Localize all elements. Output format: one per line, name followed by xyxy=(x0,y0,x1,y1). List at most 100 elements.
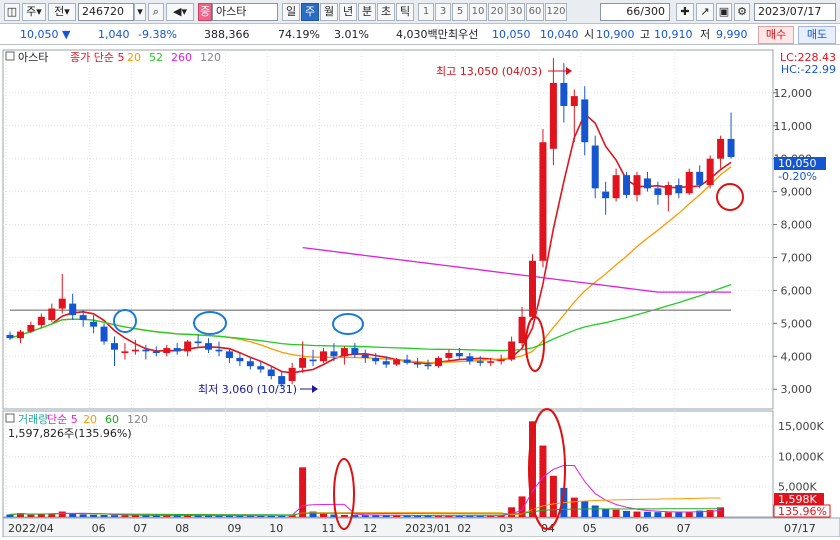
price-value: 10,050 xyxy=(20,28,59,41)
chart-menu-icon[interactable]: ◫ xyxy=(4,3,20,21)
open-label: 시 xyxy=(584,28,595,41)
period-label: 전 xyxy=(54,5,65,18)
period-tab[interactable]: 월 xyxy=(320,3,338,21)
candle-body xyxy=(330,351,338,357)
volume-bar xyxy=(111,515,118,517)
chart-area[interactable]: 3,000 4,000 5,000 6,000 7,000 8,000 9,000 10,00… xyxy=(0,45,840,538)
candle-body xyxy=(696,171,704,186)
period-tab[interactable]: 초 xyxy=(377,3,395,21)
time-tick-label: 11 xyxy=(322,522,336,535)
candle-body xyxy=(194,341,202,344)
interval-button[interactable]: 30 xyxy=(507,3,525,21)
legend-item: 260 xyxy=(171,51,192,64)
volume-bar xyxy=(591,505,599,517)
legend-item: 120 xyxy=(127,413,148,426)
date-field[interactable]: 2023/07/17 xyxy=(754,3,836,21)
speaker-icon[interactable]: ◀▾ xyxy=(166,3,194,21)
interval-button[interactable]: 120 xyxy=(545,3,567,21)
candle-body xyxy=(623,175,631,195)
candle-body xyxy=(69,303,77,316)
current-change-label: -0.20% xyxy=(778,170,817,183)
bid-price: 10,040 xyxy=(540,28,579,41)
candle-body xyxy=(403,359,411,363)
legend-item: 60 xyxy=(105,413,119,426)
candle-body xyxy=(455,353,463,357)
candle-body xyxy=(205,343,213,350)
legend-item: 20 xyxy=(127,51,141,64)
crosshair-icon[interactable]: ✚ xyxy=(676,3,694,21)
interval-button[interactable]: 5 xyxy=(452,3,468,21)
candle-body xyxy=(361,354,369,358)
period-dropdown[interactable]: 전▾ xyxy=(48,3,76,21)
candle-body xyxy=(602,191,610,199)
gear-icon[interactable]: ⚙ xyxy=(734,3,750,21)
candle-body xyxy=(225,351,233,358)
candle-body xyxy=(549,82,557,149)
legend-item: 거래량 xyxy=(18,413,48,426)
market-type-dropdown[interactable]: 주▾ xyxy=(22,3,46,21)
time-tick-label: 03 xyxy=(499,522,513,535)
period-tab[interactable]: 분 xyxy=(358,3,376,21)
price-tick-label: 12,000 xyxy=(774,87,813,100)
price-tick-label: 7,000 xyxy=(781,251,813,264)
panel-title: 아스타 xyxy=(18,51,48,64)
candle-body xyxy=(121,351,129,354)
period-tab[interactable]: 년 xyxy=(339,3,357,21)
period-tab[interactable]: 주 xyxy=(301,3,319,21)
volume-bar xyxy=(27,514,35,517)
candle-body xyxy=(706,158,714,186)
interval-button[interactable]: 1 xyxy=(418,3,434,21)
candle-body xyxy=(633,175,641,195)
count-input[interactable]: 66/300 xyxy=(600,3,670,21)
price-tick-label: 4,000 xyxy=(781,350,813,363)
volume-bar xyxy=(58,511,66,517)
period-tab[interactable]: 틱 xyxy=(396,3,414,21)
buy-button[interactable]: 매수 xyxy=(758,26,794,44)
candle-body xyxy=(675,185,683,194)
candle-body xyxy=(16,331,24,339)
high-price: 10,910 xyxy=(654,28,693,41)
interval-button[interactable]: 3 xyxy=(435,3,451,21)
volume-bar xyxy=(6,514,14,517)
price-tick-label: 6,000 xyxy=(781,284,813,297)
indicator-icon[interactable]: ↗ xyxy=(696,3,714,21)
candle-body xyxy=(79,315,87,321)
quote-bar: 10,050 ▼ 1,040 -9.38% 388,366 74.19% 3.0… xyxy=(0,24,840,45)
count-value: 66 xyxy=(626,5,641,18)
interval-button[interactable]: 60 xyxy=(526,3,544,21)
save-icon[interactable]: ▣ xyxy=(716,3,732,21)
candle-body xyxy=(445,353,453,358)
volume-bar xyxy=(320,513,327,517)
volume-bar xyxy=(372,515,380,517)
interval-button[interactable]: 20 xyxy=(488,3,506,21)
stock-code-input[interactable]: 246720 xyxy=(78,3,134,21)
candle-body xyxy=(152,351,160,354)
stock-chart[interactable]: 3,000 4,000 5,000 6,000 7,000 8,000 9,000 10,00… xyxy=(0,45,840,538)
candle-body xyxy=(518,316,526,344)
volume-bar xyxy=(79,514,87,517)
trade-amount: 4,030백만 xyxy=(396,28,448,41)
candle-body xyxy=(529,260,536,317)
volume-bar xyxy=(90,514,98,517)
candle-body xyxy=(508,341,516,360)
legend-item: 20 xyxy=(83,413,97,426)
candle-body xyxy=(560,82,568,106)
candle-body xyxy=(664,185,672,195)
interval-button[interactable]: 10 xyxy=(469,3,487,21)
high-label: 고 xyxy=(640,28,651,41)
sell-button[interactable]: 매도 xyxy=(798,26,836,44)
candle-body xyxy=(288,367,296,382)
stock-code-dropdown-icon[interactable]: ▾ xyxy=(134,3,146,21)
volume-info: 1,597,826주(135.96%) xyxy=(8,427,132,440)
time-tick-label: 12 xyxy=(363,522,377,535)
stock-name-field[interactable]: 아스타 xyxy=(212,3,278,21)
period-tab[interactable]: 일 xyxy=(282,3,300,21)
volume-bar xyxy=(121,515,129,517)
search-icon[interactable]: ⌕ xyxy=(148,3,164,21)
volume-bar xyxy=(612,509,620,517)
candle-body xyxy=(299,357,307,368)
candle-body xyxy=(685,171,693,194)
volume-legend: 거래량단순 5 20 60 120 xyxy=(18,413,148,426)
volume-bar xyxy=(131,515,139,517)
price-change: 1,040 xyxy=(98,28,130,41)
